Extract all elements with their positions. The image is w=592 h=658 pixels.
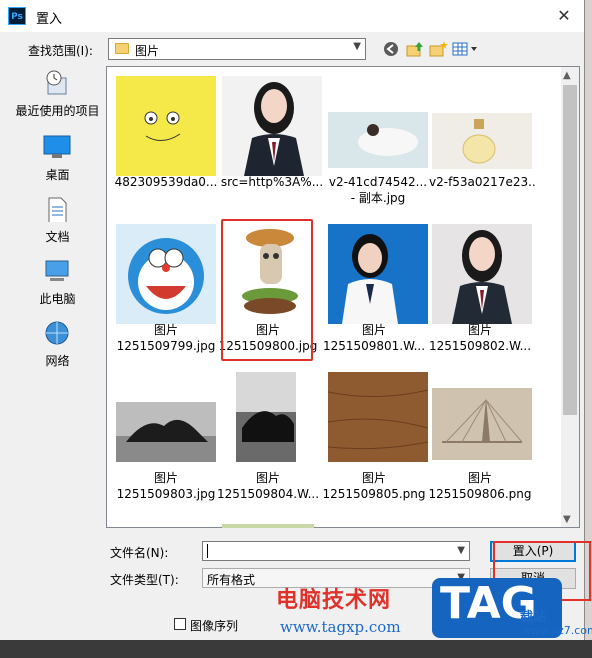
doraemon-icon: [128, 238, 204, 314]
recent-clock-icon: [46, 70, 67, 95]
selected-file-highlight: [221, 219, 313, 361]
tag-logo-url: www.xz7.com: [522, 624, 592, 637]
dialog-title: 置入: [36, 12, 63, 27]
view-grid-icon: [452, 42, 477, 56]
filename-input[interactable]: ▼: [202, 541, 470, 561]
thumbnail-perfume[interactable]: [432, 113, 532, 169]
sidebar-label-desktop: 桌面: [45, 168, 70, 182]
look-in-value: 图片: [135, 44, 160, 58]
up-folder-button[interactable]: [405, 40, 425, 58]
filetype-value: 所有格式: [207, 573, 256, 587]
thumbnail-leather[interactable]: [328, 372, 428, 462]
watermark-url: www.tagxp.com: [280, 618, 401, 636]
file-name-line2: 1251509806.png: [428, 487, 532, 501]
chevron-down-icon: ▼: [353, 41, 361, 52]
back-arrow-icon: [384, 42, 398, 56]
close-button[interactable]: ✕: [548, 4, 580, 28]
file-name: 图片: [361, 471, 386, 485]
look-in-dropdown[interactable]: 图片 ▼: [108, 38, 366, 60]
file-name: v2-f53a0217e23...: [429, 175, 535, 189]
thumbnail-bw-rock[interactable]: [116, 402, 216, 462]
tag-logo-sub: 载站: [520, 610, 547, 625]
chevron-down-icon[interactable]: ▼: [457, 545, 465, 556]
sidebar-label-this-pc: 此电脑: [39, 292, 76, 306]
scroll-down-icon[interactable]: ▼: [563, 514, 571, 525]
file-name: 图片: [467, 471, 492, 485]
thumbnail-portrait[interactable]: [222, 76, 322, 176]
background-taskbar: [0, 640, 592, 658]
this-pc-icon: [45, 260, 69, 281]
thumbnail-white-dress[interactable]: [328, 112, 428, 168]
up-folder-icon: [406, 42, 423, 57]
image-sequence-label: 图像序列: [190, 619, 239, 633]
file-name: v2-41cd74542...: [328, 175, 428, 189]
file-name-line2: 1251509799.jpg: [116, 339, 216, 353]
partial-thumbnail: [222, 524, 314, 528]
scrollbar-thumb[interactable]: [563, 85, 577, 415]
places-sidebar: 最近使用的项目 桌面 文档 此电脑 网络: [10, 66, 105, 384]
file-name-line2: 1251509802.W...: [428, 339, 532, 353]
thumbnail-bw-tall[interactable]: [236, 372, 296, 462]
sidebar-label-recent: 最近使用的项目: [15, 104, 100, 118]
image-sequence-checkbox[interactable]: [174, 618, 186, 630]
text-caret: [207, 544, 208, 558]
thumbnail-portrait-2[interactable]: [432, 224, 532, 324]
file-name-line2: 1251509805.png: [322, 487, 426, 501]
file-name-line2: 1251509803.jpg: [116, 487, 216, 501]
watermark-title: 电脑技术网: [276, 588, 392, 613]
file-name: 图片: [153, 323, 178, 337]
file-name-line2: - 副本.jpg: [350, 191, 406, 205]
view-menu-button[interactable]: [451, 40, 479, 58]
thumbnail-spongebob[interactable]: [116, 76, 216, 176]
sidebar-label-documents: 文档: [45, 230, 70, 244]
file-name: 图片: [361, 323, 386, 337]
spongebob-face-icon: [144, 111, 181, 141]
scroll-up-icon[interactable]: ▲: [563, 70, 571, 81]
desktop-icon: [43, 135, 71, 158]
new-folder-button[interactable]: [428, 40, 448, 58]
network-icon: [45, 321, 69, 345]
photoshop-icon: Ps: [8, 7, 26, 25]
file-name-line2: 1251509801.W...: [322, 339, 426, 353]
file-name-line2: 1251509804.W...: [216, 487, 320, 501]
file-name: 图片: [467, 323, 492, 337]
file-name: 图片: [153, 471, 178, 485]
thumbnail-blue-portrait[interactable]: [328, 224, 428, 324]
title-bar: Ps 置入 ✕: [0, 0, 584, 32]
back-button[interactable]: [382, 40, 402, 58]
thumbnail-doraemon[interactable]: [116, 224, 216, 324]
file-name: src=http%3A%...: [220, 175, 324, 189]
new-folder-icon: [429, 41, 448, 57]
look-in-label: 查找范围(I):: [28, 44, 93, 58]
file-name: 图片: [255, 471, 280, 485]
filename-label: 文件名(N):: [110, 546, 169, 560]
folder-icon: [115, 43, 129, 54]
file-name: 482309539da0...: [114, 175, 218, 189]
documents-icon: [48, 197, 67, 222]
thumbnail-bridge[interactable]: [432, 388, 532, 460]
sidebar-label-network: 网络: [45, 354, 70, 368]
filetype-label: 文件类型(T):: [110, 573, 179, 587]
